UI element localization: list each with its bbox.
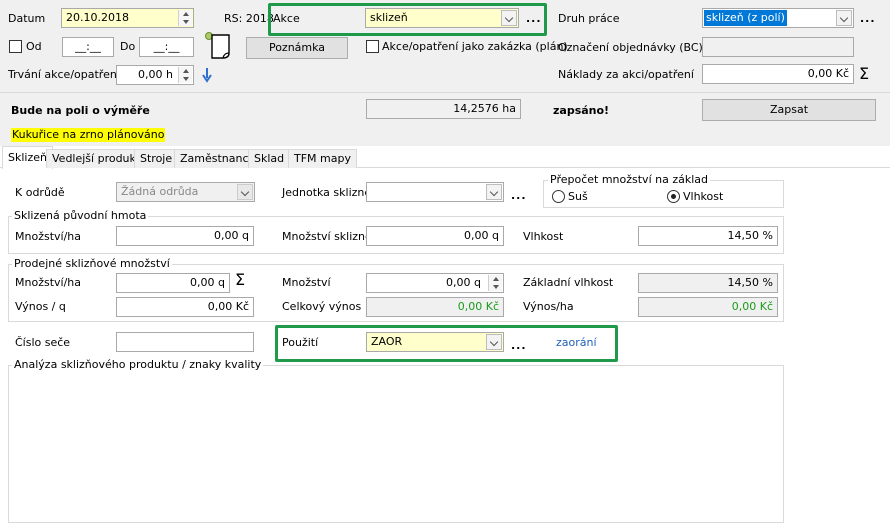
do-time-input[interactable]: __:__: [139, 37, 194, 57]
sigma-icon[interactable]: Σ: [235, 272, 245, 288]
prodejne-mnozstvi-input[interactable]: 0,00 q: [366, 273, 504, 293]
divider: [0, 92, 890, 93]
datum-input[interactable]: 20.10.2018: [61, 8, 194, 28]
puvodni-mnozstvi-sklizne-value: 0,00 q: [464, 229, 499, 242]
chevron-down-icon[interactable]: [237, 184, 253, 200]
od-time-value: __:__: [75, 40, 101, 53]
prodejne-title: Prodejné sklizňové množství: [12, 257, 172, 270]
radio-vlhkost-label: Vlhkost: [683, 190, 724, 203]
tab-tfm-mapy[interactable]: TFM mapy: [288, 149, 357, 168]
puvodni-mnozstvi-sklizne-input[interactable]: 0,00 q: [366, 226, 504, 246]
radio-vlhkost[interactable]: [667, 190, 680, 203]
prepocet-title: Přepočet množství na základ: [548, 173, 710, 186]
zakazka-checkbox-label: Akce/opatření jako zakázka (plán): [382, 40, 568, 53]
datum-value: 20.10.2018: [66, 11, 129, 24]
zakladni-vlhkost-display: 14,50 %: [638, 273, 778, 293]
oznaceni-input[interactable]: [702, 37, 854, 57]
tab-sklad[interactable]: Sklad: [248, 149, 291, 168]
do-label: Do: [120, 40, 136, 53]
vymera-display: 14,2576 ha: [366, 99, 521, 119]
naklady-input[interactable]: 0,00 Kč: [702, 64, 854, 84]
vynos-q-value: 0,00 Kč: [207, 300, 249, 313]
vlhkost-label: Vlhkost: [523, 230, 564, 243]
puvodni-mnozstvi-ha-label: Množství/ha: [15, 230, 81, 243]
puvodni-mnozstvi-ha-input[interactable]: 0,00 q: [116, 226, 254, 246]
sigma-icon[interactable]: Σ: [859, 66, 869, 82]
analyza-title: Analýza sklizňového produktu / znaky kva…: [12, 358, 264, 371]
jednotka-more-button[interactable]: ...: [511, 189, 527, 202]
od-label: Od: [26, 40, 42, 53]
vynos-ha-display: 0,00 Kč: [638, 297, 778, 317]
radio-sus-label: Suš: [568, 190, 588, 203]
druh-prace-select[interactable]: sklizeň (z polí): [702, 8, 854, 28]
vynos-ha-value: 0,00 Kč: [731, 300, 773, 313]
poznamka-button[interactable]: Poznámka: [246, 37, 348, 59]
datum-spinner[interactable]: [178, 10, 192, 26]
prodejne-mnozstvi-ha-label: Množství/ha: [15, 276, 81, 289]
puvodni-mnozstvi-sklizne-label: Množství sklizně: [282, 230, 372, 243]
jednotka-select[interactable]: [366, 182, 504, 202]
note-icon[interactable]: [204, 31, 232, 61]
od-checkbox[interactable]: [9, 40, 22, 53]
crop-status-label: Kukuřice na zrno plánováno: [11, 128, 166, 142]
od-time-input[interactable]: __:__: [62, 37, 114, 57]
jednotka-label: Jednotka sklizně: [282, 186, 372, 199]
vynos-ha-label: Výnos/ha: [523, 300, 574, 313]
do-time-value: __:__: [153, 40, 180, 53]
oznaceni-label: Označení objednávky (BC): [558, 41, 703, 54]
k-odrude-value: Žádná odrůda: [121, 185, 199, 198]
trvani-value: 0,00 h: [138, 68, 173, 81]
trvani-input[interactable]: 0,00 h: [116, 65, 194, 85]
vlhkost-input[interactable]: 14,50 %: [638, 226, 778, 246]
bude-label: Bude na poli o výměře: [11, 104, 150, 117]
celkovy-vynos-label: Celkový výnos: [282, 300, 362, 313]
tab-stroje[interactable]: Stroje: [134, 149, 179, 168]
celkovy-vynos-display: 0,00 Kč: [366, 297, 504, 317]
chevron-down-icon[interactable]: [836, 10, 852, 26]
tab-vedlejsi-produkt[interactable]: Vedlejší produkt: [46, 149, 147, 168]
rs-label: RS: 2018: [224, 12, 274, 25]
celkovy-vynos-value: 0,00 Kč: [457, 300, 499, 313]
naklady-value: 0,00 Kč: [807, 67, 849, 80]
prodejne-mnozstvi-ha-input[interactable]: 0,00 q: [116, 273, 230, 293]
druh-prace-more-button[interactable]: ...: [860, 12, 876, 25]
zakladni-vlhkost-value: 14,50 %: [727, 276, 773, 289]
vynos-q-input[interactable]: 0,00 Kč: [116, 297, 254, 317]
cislo-sece-input[interactable]: [116, 332, 254, 352]
trvani-label: Trvání akce/opatření: [8, 68, 120, 81]
k-odrude-label: K odrůdě: [15, 186, 65, 199]
prodejne-mnozstvi-ha-value: 0,00 q: [190, 276, 225, 289]
tab-bar: Sklizeň Vedlejší produkt Stroje Zaměstna…: [0, 146, 890, 169]
zapsat-button[interactable]: Zapsat: [702, 99, 876, 121]
analyza-group: [8, 365, 784, 523]
zakazka-checkbox[interactable]: [366, 40, 379, 53]
highlight-pouziti: [275, 325, 618, 362]
vymera-value: 14,2576 ha: [453, 102, 516, 115]
chevron-down-icon[interactable]: [486, 184, 502, 200]
puvodni-hmota-title: Sklizená původní hmota: [12, 209, 149, 222]
prodejne-mnozstvi-value: 0,00 q: [446, 276, 481, 289]
zakladni-vlhkost-label: Základní vlhkost: [523, 276, 614, 289]
puvodni-mnozstvi-ha-value: 0,00 q: [214, 229, 249, 242]
zapsano-label: zapsáno!: [553, 104, 610, 117]
vlhkost-value: 14,50 %: [727, 229, 773, 242]
prodejne-mnozstvi-label: Množství: [282, 276, 331, 289]
trvani-spinner[interactable]: [178, 67, 192, 83]
k-odrude-select[interactable]: Žádná odrůda: [116, 182, 255, 202]
prodejne-mnozstvi-spinner[interactable]: [488, 275, 502, 291]
datum-label: Datum: [8, 12, 46, 25]
highlight-akce: [268, 3, 547, 36]
druh-prace-label: Druh práce: [558, 12, 620, 25]
cislo-sece-label: Číslo seče: [15, 336, 71, 349]
radio-sus[interactable]: [552, 190, 565, 203]
arrow-down-icon[interactable]: [201, 67, 213, 83]
tab-zamestnanci[interactable]: Zaměstnanci: [174, 149, 258, 168]
druh-prace-value: sklizeň (z polí): [704, 10, 787, 26]
vynos-q-label: Výnos / q: [15, 300, 66, 313]
naklady-label: Náklady za akci/opatření: [558, 68, 694, 81]
